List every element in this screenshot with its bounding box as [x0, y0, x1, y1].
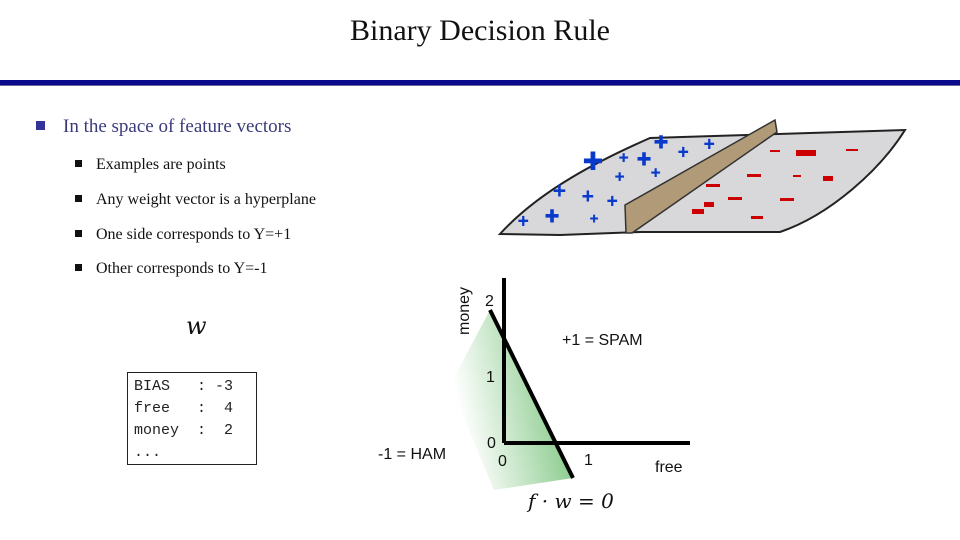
x-tick: 0 [498, 453, 507, 470]
plus-point: + [654, 129, 668, 156]
minus-point [823, 176, 833, 181]
plus-point: + [607, 191, 618, 211]
minus-point [846, 149, 858, 151]
boundary-equation: f · w = 0 [526, 489, 614, 513]
spam-region-label: +1 = SPAM [562, 332, 643, 349]
minus-point [728, 197, 742, 200]
plus-point: + [704, 134, 715, 154]
y-tick: 1 [486, 369, 495, 386]
diagram-canvas: + + + + + + + + + + + + + + money 2 1 0 … [378, 118, 907, 513]
y-axis-label: money [456, 287, 473, 335]
plus-point: + [590, 210, 598, 226]
minus-point [747, 174, 761, 177]
ham-region [450, 310, 573, 490]
minus-point [796, 150, 816, 156]
plus-point: + [619, 150, 628, 167]
minus-point [704, 202, 714, 207]
ham-region-label: -1 = HAM [378, 446, 446, 463]
y-tick: 2 [485, 293, 494, 310]
minus-point [770, 150, 780, 152]
plus-point: + [637, 146, 651, 173]
x-axis-label: free [655, 459, 683, 476]
minus-point [706, 184, 720, 187]
plus-point: + [582, 186, 594, 208]
hyperplane-illustration: + + + + + + + + + + + + + + [497, 118, 907, 237]
y-tick: 0 [487, 435, 496, 452]
decision-plot: money 2 1 0 0 1 free +1 = SPAM -1 = HAM … [378, 278, 690, 513]
plus-point: + [651, 165, 660, 182]
minus-point [780, 198, 794, 201]
minus-point [751, 216, 763, 219]
plus-point: + [615, 169, 624, 186]
minus-point [692, 209, 704, 214]
plus-point: + [545, 203, 559, 230]
minus-point [793, 175, 801, 177]
plus-point: + [553, 178, 566, 203]
x-tick: 1 [584, 452, 593, 469]
plus-point: + [518, 211, 529, 231]
plus-point: + [678, 142, 689, 162]
plus-point: + [583, 142, 603, 180]
